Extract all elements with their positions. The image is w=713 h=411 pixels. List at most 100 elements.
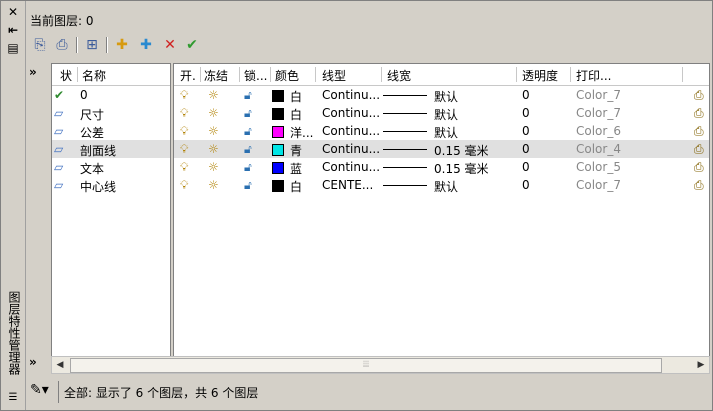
layer-properties-row[interactable]: 💡︎ ☼ 🔓︎ 洋... Continu... 默认 0 Color_6 ⎙ bbox=[174, 122, 709, 140]
layer-row[interactable]: ✔ 0 bbox=[52, 86, 170, 104]
column-header-plot-style[interactable]: 打印... bbox=[576, 67, 611, 84]
unlock-icon[interactable]: 🔓︎ bbox=[244, 88, 252, 103]
transparency-value[interactable]: 0 bbox=[522, 142, 530, 156]
plot-style-value[interactable]: Color_4 bbox=[576, 142, 621, 156]
layer-row[interactable]: ▱ 剖面线 bbox=[52, 140, 170, 158]
layer-properties-row[interactable]: 💡︎ ☼ 🔓︎ 蓝 Continu... 0.15 毫米 0 Color_5 ⎙ bbox=[174, 158, 709, 176]
scroll-right-icon[interactable]: ▶ bbox=[695, 359, 707, 371]
column-header-transparency[interactable]: 透明度 bbox=[522, 67, 558, 84]
expand-filter-pane-icon[interactable]: » bbox=[29, 65, 37, 79]
properties-icon[interactable]: ▤ bbox=[5, 41, 21, 55]
transparency-value[interactable]: 0 bbox=[522, 160, 530, 174]
autohide-icon[interactable]: ⇤ bbox=[5, 23, 21, 37]
layer-name[interactable]: 尺寸 bbox=[80, 106, 104, 123]
filter-dropdown-icon[interactable]: ✎▾ bbox=[30, 382, 60, 400]
column-header-name[interactable]: 名称 bbox=[82, 67, 106, 84]
lightbulb-icon[interactable]: 💡︎ bbox=[180, 124, 188, 139]
layer-row[interactable]: ▱ 公差 bbox=[52, 122, 170, 140]
sun-icon[interactable]: ☼ bbox=[208, 88, 219, 102]
linetype-value[interactable]: Continu... bbox=[322, 142, 380, 156]
unlock-icon[interactable]: 🔓︎ bbox=[244, 142, 252, 157]
layer-name[interactable]: 公差 bbox=[80, 124, 104, 141]
color-swatch[interactable] bbox=[272, 162, 284, 174]
scroll-left-icon[interactable]: ◀ bbox=[54, 359, 66, 371]
sun-icon[interactable]: ☼ bbox=[208, 106, 219, 120]
lineweight-value[interactable]: 默认 bbox=[434, 88, 458, 105]
linetype-value[interactable]: Continu... bbox=[322, 88, 380, 102]
linetype-value[interactable]: Continu... bbox=[322, 106, 380, 120]
layer-row[interactable]: ▱ 尺寸 bbox=[52, 104, 170, 122]
color-name[interactable]: 洋... bbox=[290, 124, 313, 141]
expand-filter-tree-icon[interactable]: » bbox=[29, 355, 37, 369]
new-layer-button[interactable]: ✚ bbox=[112, 35, 132, 55]
color-name[interactable]: 白 bbox=[290, 106, 302, 123]
layer-properties-row[interactable]: 💡︎ ☼ 🔓︎ 白 CENTE... 默认 0 Color_7 ⎙ bbox=[174, 176, 709, 194]
plot-icon[interactable]: ⎙ bbox=[694, 142, 704, 157]
layer-name[interactable]: 剖面线 bbox=[80, 142, 116, 159]
column-header-color[interactable]: 颜色 bbox=[275, 67, 299, 84]
new-group-filter-button[interactable]: ⎙ bbox=[52, 35, 72, 55]
unlock-icon[interactable]: 🔓︎ bbox=[244, 160, 252, 175]
lineweight-value[interactable]: 默认 bbox=[434, 106, 458, 123]
column-header-lock[interactable]: 锁... bbox=[244, 67, 267, 84]
column-header-freeze[interactable]: 冻结 bbox=[204, 67, 228, 84]
sun-icon[interactable]: ☼ bbox=[208, 160, 219, 174]
lineweight-value[interactable]: 0.15 毫米 bbox=[434, 160, 489, 177]
linetype-value[interactable]: Continu... bbox=[322, 160, 380, 174]
unlock-icon[interactable]: 🔓︎ bbox=[244, 124, 252, 139]
plot-style-value[interactable]: Color_5 bbox=[576, 160, 621, 174]
color-swatch[interactable] bbox=[272, 108, 284, 120]
layer-name[interactable]: 文本 bbox=[80, 160, 104, 177]
layer-row[interactable]: ▱ 文本 bbox=[52, 158, 170, 176]
color-swatch[interactable] bbox=[272, 90, 284, 102]
plot-style-value[interactable]: Color_7 bbox=[576, 178, 621, 192]
column-header-linetype[interactable]: 线型 bbox=[322, 67, 346, 84]
color-name[interactable]: 青 bbox=[290, 142, 302, 159]
layer-properties-row[interactable]: 💡︎ ☼ 🔓︎ 白 Continu... 默认 0 Color_7 ⎙ bbox=[174, 104, 709, 122]
plot-style-value[interactable]: Color_7 bbox=[576, 106, 621, 120]
plot-icon[interactable]: ⎙ bbox=[694, 88, 704, 103]
layers-icon[interactable]: ☰ bbox=[5, 391, 21, 405]
unlock-icon[interactable]: 🔓︎ bbox=[244, 178, 252, 193]
lineweight-value[interactable]: 默认 bbox=[434, 124, 458, 141]
unlock-icon[interactable]: 🔓︎ bbox=[244, 106, 252, 121]
layer-row[interactable]: ▱ 中心线 bbox=[52, 176, 170, 194]
lineweight-value[interactable]: 默认 bbox=[434, 178, 458, 195]
sun-icon[interactable]: ☼ bbox=[208, 124, 219, 138]
plot-icon[interactable]: ⎙ bbox=[694, 106, 704, 121]
color-name[interactable]: 白 bbox=[290, 178, 302, 195]
lightbulb-icon[interactable]: 💡︎ bbox=[180, 178, 188, 193]
delete-layer-button[interactable]: ✕ bbox=[160, 35, 180, 55]
plot-style-value[interactable]: Color_7 bbox=[576, 88, 621, 102]
new-property-filter-button[interactable]: ⎘ bbox=[30, 35, 50, 55]
color-name[interactable]: 蓝 bbox=[290, 160, 302, 177]
horizontal-scrollbar[interactable]: ◀ ⦙⦙⦙ ▶ bbox=[51, 356, 710, 374]
color-swatch[interactable] bbox=[272, 144, 284, 156]
layer-name[interactable]: 中心线 bbox=[80, 178, 116, 195]
column-header-lineweight[interactable]: 线宽 bbox=[387, 67, 411, 84]
transparency-value[interactable]: 0 bbox=[522, 88, 530, 102]
lightbulb-icon[interactable]: 💡︎ bbox=[180, 142, 188, 157]
transparency-value[interactable]: 0 bbox=[522, 178, 530, 192]
layer-properties-row[interactable]: 💡︎ ☼ 🔓︎ 白 Continu... 默认 0 Color_7 ⎙ bbox=[174, 86, 709, 104]
new-layer-frozen-button[interactable]: ✚ bbox=[136, 35, 156, 55]
plot-icon[interactable]: ⎙ bbox=[694, 124, 704, 139]
linetype-value[interactable]: Continu... bbox=[322, 124, 380, 138]
plot-style-value[interactable]: Color_6 bbox=[576, 124, 621, 138]
layer-properties-row[interactable]: 💡︎ ☼ 🔓︎ 青 Continu... 0.15 毫米 0 Color_4 ⎙ bbox=[174, 140, 709, 158]
transparency-value[interactable]: 0 bbox=[522, 106, 530, 120]
plot-icon[interactable]: ⎙ bbox=[694, 160, 704, 175]
scrollbar-thumb[interactable]: ⦙⦙⦙ bbox=[70, 358, 662, 373]
lightbulb-icon[interactable]: 💡︎ bbox=[180, 88, 188, 103]
plot-icon[interactable]: ⎙ bbox=[694, 178, 704, 193]
transparency-value[interactable]: 0 bbox=[522, 124, 530, 138]
sun-icon[interactable]: ☼ bbox=[208, 178, 219, 192]
lightbulb-icon[interactable]: 💡︎ bbox=[180, 160, 188, 175]
linetype-value[interactable]: CENTE... bbox=[322, 178, 373, 192]
layer-states-manager-button[interactable]: ⊞ bbox=[82, 35, 102, 55]
close-icon[interactable]: ✕ bbox=[5, 5, 21, 19]
column-header-status[interactable]: 状 bbox=[60, 67, 72, 84]
color-name[interactable]: 白 bbox=[290, 88, 302, 105]
layer-name[interactable]: 0 bbox=[80, 88, 88, 102]
color-swatch[interactable] bbox=[272, 180, 284, 192]
